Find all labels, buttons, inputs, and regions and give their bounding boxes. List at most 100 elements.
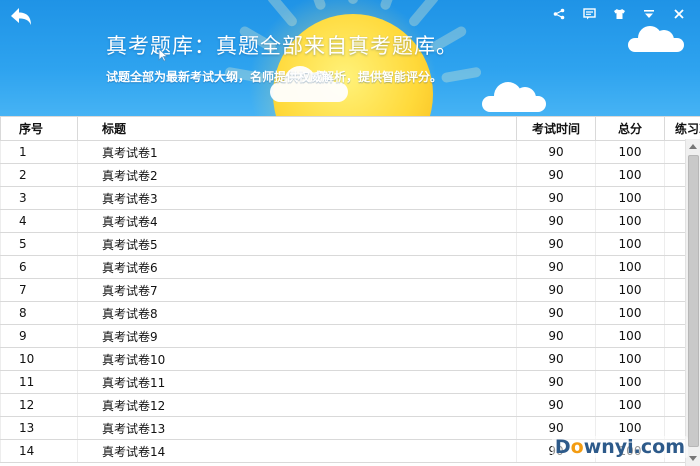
cell-index: 11: [0, 370, 78, 394]
cell-score: 100: [595, 140, 665, 164]
close-button[interactable]: [664, 6, 694, 22]
column-header-index[interactable]: 序号: [0, 116, 78, 141]
cell-index: 1: [0, 140, 78, 164]
cell-index: 9: [0, 324, 78, 348]
table-row[interactable]: 8真考试卷8901000: [0, 301, 700, 325]
table-header-row: 序号 标题 考试时间 总分 练习次数: [0, 116, 700, 141]
cell-time: 90: [516, 393, 596, 417]
message-button[interactable]: [574, 6, 604, 22]
mouse-cursor-icon: [158, 48, 168, 62]
cell-title: 真考试卷4: [77, 209, 517, 233]
cell-time: 90: [516, 255, 596, 279]
table-row[interactable]: 12真考试卷12901000: [0, 393, 700, 417]
cell-title: 真考试卷8: [77, 301, 517, 325]
cell-time: 90: [516, 232, 596, 256]
table-row[interactable]: 10真考试卷10901000: [0, 347, 700, 371]
caret-up-icon: [689, 144, 697, 149]
column-header-title[interactable]: 标题: [77, 116, 517, 141]
cell-time: 90: [516, 370, 596, 394]
cell-title: 真考试卷7: [77, 278, 517, 302]
table-body: 1真考试卷19010012真考试卷29010003真考试卷39010004真考试…: [0, 140, 700, 463]
shirt-icon: [613, 9, 625, 19]
column-header-score[interactable]: 总分: [595, 116, 665, 141]
cell-index: 12: [0, 393, 78, 417]
watermark-suffix: wnyi.com: [583, 436, 685, 458]
cell-score: 100: [595, 278, 665, 302]
cell-title: 真考试卷1: [77, 140, 517, 164]
cell-time: 90: [516, 209, 596, 233]
cell-score: 100: [595, 301, 665, 325]
cell-index: 4: [0, 209, 78, 233]
exam-table: 序号 标题 考试时间 总分 练习次数 1真考试卷19010012真考试卷2901…: [0, 116, 700, 463]
table-row[interactable]: 3真考试卷3901000: [0, 186, 700, 210]
cell-score: 100: [595, 232, 665, 256]
cell-time: 90: [516, 163, 596, 187]
table-row[interactable]: 7真考试卷7901000: [0, 278, 700, 302]
table-row[interactable]: 1真考试卷1901001: [0, 140, 700, 164]
cell-index: 7: [0, 278, 78, 302]
back-arrow-icon: [11, 8, 31, 25]
scroll-down-button[interactable]: [686, 452, 700, 466]
table-row[interactable]: 2真考试卷2901000: [0, 163, 700, 187]
cell-index: 6: [0, 255, 78, 279]
table-row[interactable]: 5真考试卷5901000: [0, 232, 700, 256]
cell-index: 8: [0, 301, 78, 325]
cell-score: 100: [595, 186, 665, 210]
menu-button[interactable]: [634, 6, 664, 22]
cell-title: 真考试卷12: [77, 393, 517, 417]
watermark-o: o: [570, 436, 584, 458]
cell-time: 90: [516, 347, 596, 371]
table-row[interactable]: 6真考试卷6901000: [0, 255, 700, 279]
column-header-count[interactable]: 练习次数: [664, 116, 700, 141]
exam-table-container: 序号 标题 考试时间 总分 练习次数 1真考试卷19010012真考试卷2901…: [0, 116, 700, 466]
watermark-logo: Downyi.com: [551, 436, 688, 458]
minimize-icon: [644, 10, 654, 18]
cell-title: 真考试卷14: [77, 439, 517, 463]
app-window: 真考题库：真题全部来自真考题库。 试题全部为最新考试大纲，名师提供权威解析，提供…: [0, 0, 700, 466]
cell-time: 90: [516, 140, 596, 164]
table-row[interactable]: 11真考试卷11901000: [0, 370, 700, 394]
banner: 真考题库：真题全部来自真考题库。 试题全部为最新考试大纲，名师提供权威解析，提供…: [0, 0, 700, 116]
cell-time: 90: [516, 186, 596, 210]
scrollbar-thumb[interactable]: [688, 155, 699, 447]
back-button[interactable]: [6, 4, 36, 30]
cell-title: 真考试卷9: [77, 324, 517, 348]
cell-title: 真考试卷6: [77, 255, 517, 279]
close-icon: [674, 9, 684, 19]
cell-index: 10: [0, 347, 78, 371]
cell-score: 100: [595, 209, 665, 233]
cell-score: 100: [595, 347, 665, 371]
table-row[interactable]: 4真考试卷4901000: [0, 209, 700, 233]
cell-score: 100: [595, 370, 665, 394]
cell-title: 真考试卷3: [77, 186, 517, 210]
cell-score: 100: [595, 255, 665, 279]
caret-down-icon: [689, 456, 697, 461]
share-icon: [553, 8, 565, 20]
sun-ray: [407, 0, 441, 29]
cloud-icon: [482, 82, 546, 112]
column-header-time[interactable]: 考试时间: [516, 116, 596, 141]
window-controls: [544, 6, 694, 22]
cloud-icon: [628, 26, 684, 52]
cell-time: 90: [516, 324, 596, 348]
banner-subline: 试题全部为最新考试大纲，名师提供权威解析，提供智能评分。: [106, 70, 443, 84]
scroll-up-button[interactable]: [686, 139, 700, 153]
message-icon: [582, 8, 596, 20]
cell-title: 真考试卷11: [77, 370, 517, 394]
sun-ray: [440, 66, 482, 84]
share-button[interactable]: [544, 6, 574, 22]
watermark-prefix: D: [554, 436, 571, 458]
cell-title: 真考试卷13: [77, 416, 517, 440]
cell-time: 90: [516, 301, 596, 325]
skin-button[interactable]: [604, 6, 634, 22]
cell-score: 100: [595, 163, 665, 187]
cell-index: 5: [0, 232, 78, 256]
cell-index: 2: [0, 163, 78, 187]
cell-time: 90: [516, 278, 596, 302]
cloud-icon: [270, 66, 348, 102]
cell-index: 13: [0, 416, 78, 440]
cell-score: 100: [595, 393, 665, 417]
cell-title: 真考试卷10: [77, 347, 517, 371]
vertical-scrollbar[interactable]: [685, 139, 700, 466]
table-row[interactable]: 9真考试卷9901000: [0, 324, 700, 348]
